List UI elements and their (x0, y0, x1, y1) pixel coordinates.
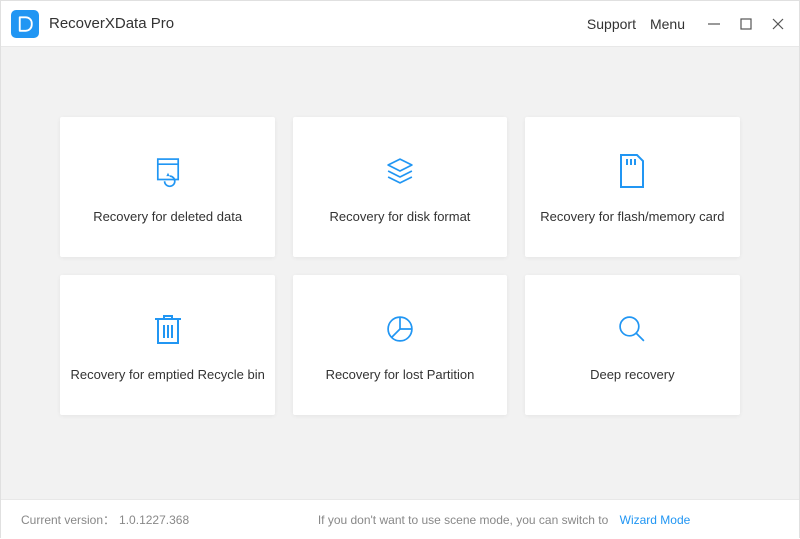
card-label: Recovery for emptied Recycle bin (70, 367, 264, 382)
wizard-mode-link[interactable]: Wizard Mode (620, 513, 691, 527)
card-label: Recovery for deleted data (93, 209, 242, 224)
maximize-button[interactable] (739, 17, 753, 31)
app-title: RecoverXData Pro (49, 15, 174, 32)
card-label: Recovery for disk format (330, 209, 471, 224)
footer-hint: If you don't want to use scene mode, you… (189, 513, 779, 527)
card-label: Recovery for lost Partition (326, 367, 475, 382)
card-recovery-format[interactable]: Recovery for disk format (293, 117, 507, 257)
menu-link[interactable]: Menu (650, 16, 685, 32)
partition-icon (383, 309, 417, 349)
magnify-icon (615, 309, 649, 349)
close-icon (771, 17, 785, 31)
layers-icon (383, 151, 417, 191)
title-bar: RecoverXData Pro Support Menu (1, 1, 799, 47)
card-recovery-deleted[interactable]: Recovery for deleted data (60, 117, 274, 257)
trash-icon (152, 309, 184, 349)
logo-d-icon (16, 15, 34, 33)
footer-hint-text: If you don't want to use scene mode, you… (318, 513, 608, 527)
support-link[interactable]: Support (587, 16, 636, 32)
card-recovery-flash[interactable]: Recovery for flash/memory card (525, 117, 739, 257)
card-recovery-partition[interactable]: Recovery for lost Partition (293, 275, 507, 415)
main-content: Recovery for deleted data Recovery for d… (1, 47, 799, 499)
card-deep-recovery[interactable]: Deep recovery (525, 275, 739, 415)
window-controls (707, 17, 785, 31)
restore-file-icon (151, 151, 185, 191)
close-button[interactable] (771, 17, 785, 31)
card-label: Deep recovery (590, 367, 675, 382)
footer-bar: Current version： 1.0.1227.368 If you don… (1, 499, 799, 539)
card-recovery-recyclebin[interactable]: Recovery for emptied Recycle bin (60, 275, 274, 415)
version-label: Current version： (21, 511, 115, 528)
app-logo (11, 10, 39, 38)
sd-card-icon (617, 151, 647, 191)
maximize-icon (740, 18, 752, 30)
version-value: 1.0.1227.368 (119, 513, 189, 527)
card-label: Recovery for flash/memory card (540, 209, 724, 224)
minimize-button[interactable] (707, 17, 721, 31)
recovery-options-grid: Recovery for deleted data Recovery for d… (60, 117, 739, 415)
minimize-icon (707, 17, 721, 31)
